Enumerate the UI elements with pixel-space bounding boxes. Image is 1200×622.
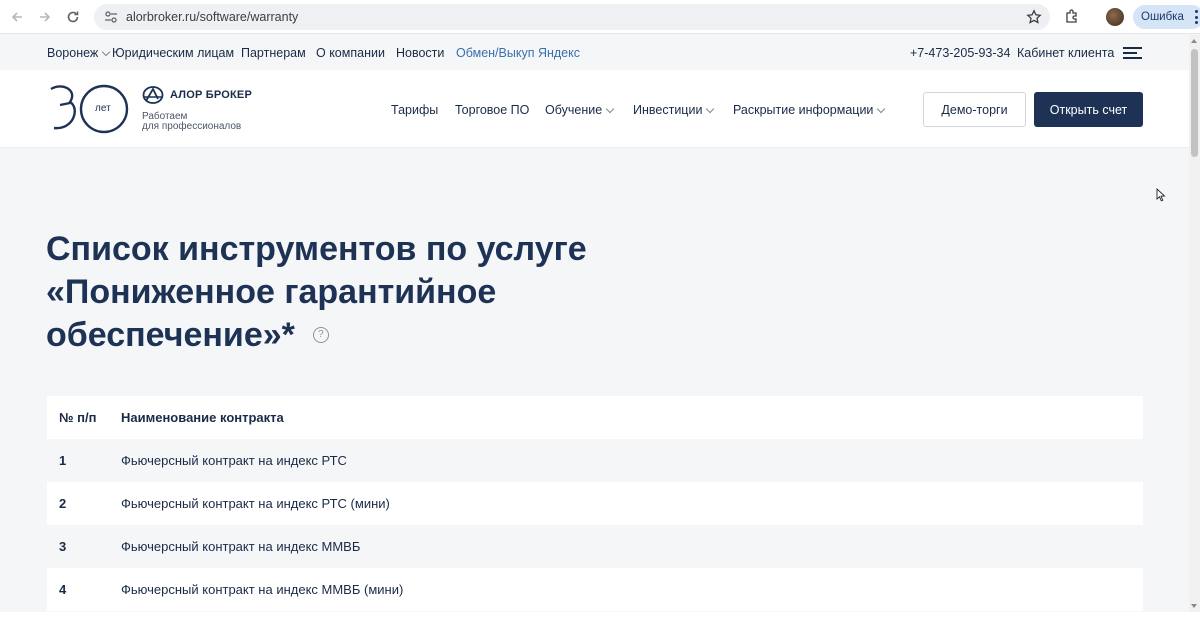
browser-toolbar: alorbroker.ru/software/warranty Ошибка: [0, 0, 1200, 34]
alor-emblem-icon: [142, 86, 164, 104]
utility-bar: Воронеж Юридическим лицам Партнерам О ко…: [0, 35, 1189, 70]
phone-link[interactable]: +7-473-205-93-34: [910, 46, 1010, 60]
instruments-table: № п/п Наименование контракта 1 Фьючерсны…: [47, 396, 1143, 611]
bookmark-star-icon[interactable]: [1026, 9, 1042, 25]
nav-investments[interactable]: Инвестиции: [633, 103, 715, 117]
page-title: Список инструментов по услуге «Пониженно…: [46, 228, 606, 357]
link-partners[interactable]: Партнерам: [241, 46, 306, 60]
link-news[interactable]: Новости: [396, 46, 444, 60]
table-row: 1 Фьючерсный контракт на индекс РТС: [47, 439, 1143, 482]
address-bar[interactable]: alorbroker.ru/software/warranty: [94, 4, 1050, 30]
logo-years-label: лет: [95, 103, 111, 114]
row-contract-name: Фьючерсный контракт на индекс РТС (мини): [121, 496, 390, 511]
mouse-cursor-icon: [1156, 188, 1166, 202]
table-row: 3 Фьючерсный контракт на индекс ММВБ: [47, 525, 1143, 568]
table-row: 2 Фьючерсный контракт на индекс РТС (мин…: [47, 482, 1143, 525]
brand-name: АЛОР БРОКЕР: [170, 89, 252, 101]
link-legal-entities[interactable]: Юридическим лицам: [112, 46, 234, 60]
client-cabinet-link[interactable]: Кабинет клиента: [1017, 46, 1114, 60]
reload-icon[interactable]: [59, 3, 87, 31]
window-bottom-edge: [0, 612, 1200, 622]
row-contract-name: Фьючерсный контракт на индекс ММВБ: [121, 539, 361, 554]
tagline-line-2: для профессионалов: [142, 121, 242, 132]
profile-error-chip[interactable]: Ошибка: [1133, 5, 1200, 29]
brand-logo[interactable]: АЛОР БРОКЕР: [142, 86, 252, 104]
column-header-number: № п/п: [59, 410, 97, 425]
site-header: лет АЛОР БРОКЕР Работаем для профессиона…: [0, 70, 1189, 148]
logo-30-years[interactable]: лет: [48, 84, 130, 134]
nav-education[interactable]: Обучение: [545, 103, 615, 117]
open-account-button[interactable]: Открыть счет: [1034, 92, 1143, 127]
nav-investments-label: Инвестиции: [633, 103, 703, 117]
scroll-up-arrow-icon[interactable]: [1191, 39, 1197, 43]
extensions-puzzle-icon[interactable]: [1064, 8, 1080, 24]
browser-menu-icon[interactable]: [1194, 10, 1198, 24]
chevron-down-icon: [102, 47, 111, 57]
back-arrow-icon[interactable]: [3, 3, 31, 31]
chevron-down-icon: [605, 104, 615, 114]
row-contract-name: Фьючерсный контракт на индекс ММВБ (мини…: [121, 582, 404, 597]
profile-avatar[interactable]: [1106, 8, 1124, 26]
nav-tariffs[interactable]: Тарифы: [391, 103, 438, 117]
row-number: 3: [59, 539, 67, 554]
nav-disclosure-label: Раскрытие информации: [733, 103, 874, 117]
help-question-icon[interactable]: ?: [312, 327, 329, 344]
column-header-contract-name: Наименование контракта: [121, 410, 284, 425]
scrollbar-thumb[interactable]: [1191, 49, 1198, 157]
nav-education-label: Обучение: [545, 103, 603, 117]
nav-disclosure[interactable]: Раскрытие информации: [733, 103, 886, 117]
table-header-row: № п/п Наименование контракта: [47, 396, 1143, 439]
row-number: 1: [59, 453, 67, 468]
url-text[interactable]: alorbroker.ru/software/warranty: [126, 10, 298, 24]
link-yandex-exchange[interactable]: Обмен/Выкуп Яндекс: [456, 46, 580, 60]
table-row: 4 Фьючерсный контракт на индекс ММВБ (ми…: [47, 568, 1143, 611]
site-settings-icon[interactable]: [104, 10, 118, 24]
chevron-down-icon: [877, 104, 886, 114]
city-selector[interactable]: Воронеж: [47, 46, 111, 60]
chevron-down-icon: [706, 104, 715, 114]
row-number: 2: [59, 496, 67, 511]
nav-trading-software[interactable]: Торговое ПО: [455, 103, 529, 117]
row-contract-name: Фьючерсный контракт на индекс РТС: [121, 453, 347, 468]
link-about[interactable]: О компании: [316, 46, 385, 60]
city-label: Воронеж: [47, 46, 99, 60]
brand-tagline: Работаем для профессионалов: [142, 112, 241, 132]
profile-error-label: Ошибка: [1141, 11, 1184, 23]
row-number: 4: [59, 582, 67, 597]
scroll-down-arrow-icon[interactable]: [1191, 604, 1197, 608]
demo-trading-button[interactable]: Демо-торги: [923, 92, 1026, 127]
forward-arrow-icon[interactable]: [31, 3, 59, 31]
page-scrollbar[interactable]: [1189, 35, 1200, 612]
anniversary-logo-icon: [50, 84, 129, 134]
hamburger-menu-icon[interactable]: [1123, 47, 1142, 59]
